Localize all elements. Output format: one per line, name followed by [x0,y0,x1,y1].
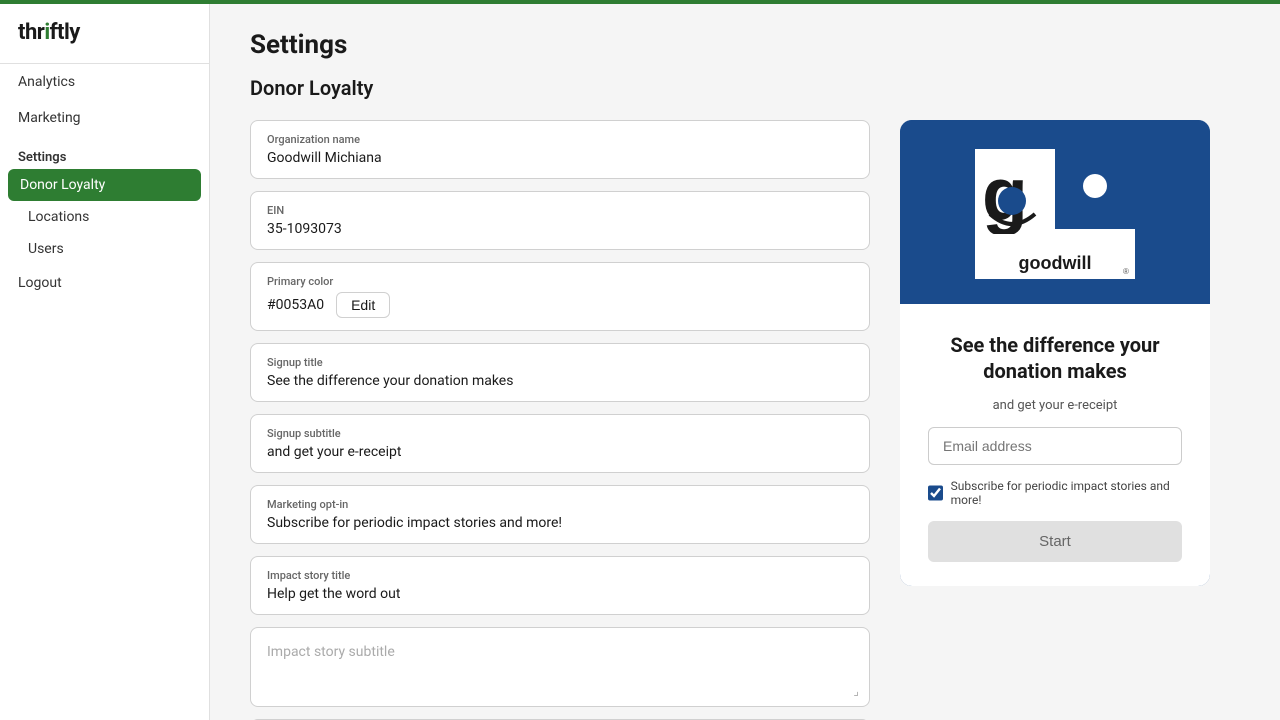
page-title: Settings [250,30,1240,60]
primary-color-label: Primary color [267,275,853,288]
preview-checkbox-label: Subscribe for periodic impact stories an… [951,479,1182,507]
form-column: Organization name Goodwill Michiana EIN … [250,120,870,720]
svg-text:goodwill: goodwill [1019,253,1092,273]
signup-title-label: Signup title [267,356,853,369]
org-name-field[interactable]: Organization name Goodwill Michiana [250,120,870,179]
impact-subtitle-field[interactable]: Impact story subtitle ⌟ [250,627,870,707]
impact-subtitle-placeholder: Impact story subtitle [267,644,853,660]
primary-color-field[interactable]: Primary color #0053A0 Edit [250,262,870,331]
marketing-optin-field[interactable]: Marketing opt-in Subscribe for periodic … [250,485,870,544]
ein-field[interactable]: EIN 35-1093073 [250,191,870,250]
signup-subtitle-value: and get your e-receipt [267,444,853,460]
nav-locations[interactable]: Locations [0,201,209,233]
section-title: Donor Loyalty [250,76,1240,100]
preview-title: See the difference your donation makes [928,332,1182,384]
nav-logout[interactable]: Logout [0,265,209,301]
marketing-optin-value: Subscribe for periodic impact stories an… [267,515,853,531]
marketing-optin-label: Marketing opt-in [267,498,853,511]
signup-title-field[interactable]: Signup title See the difference your don… [250,343,870,402]
org-name-value: Goodwill Michiana [267,150,853,166]
signup-subtitle-label: Signup subtitle [267,427,853,440]
preview-panel: g goodwill ® See the difference your don… [900,120,1210,586]
goodwill-logo-svg: g goodwill ® [970,144,1140,284]
preview-start-button[interactable]: Start [928,521,1182,562]
svg-text:®: ® [1123,267,1129,276]
preview-marketing-checkbox[interactable] [928,485,943,501]
nav-marketing[interactable]: Marketing [0,100,209,136]
org-name-label: Organization name [267,133,853,146]
ein-label: EIN [267,204,853,217]
sidebar: thriftly Analytics Marketing Settings Do… [0,0,210,720]
nav-analytics[interactable]: Analytics [0,64,209,100]
impact-title-label: Impact story title [267,569,853,582]
main-content: Settings Donor Loyalty Organization name… [210,0,1280,720]
preview-email-input[interactable] [928,427,1182,465]
logo-area: thriftly [0,4,209,64]
nav-users[interactable]: Users [0,233,209,265]
ein-value: 35-1093073 [267,221,853,237]
main-nav: Analytics Marketing Settings Donor Loyal… [0,64,209,301]
app-logo[interactable]: thriftly [18,20,80,45]
preview-logo-area: g goodwill ® [900,120,1210,304]
signup-subtitle-field[interactable]: Signup subtitle and get your e-receipt [250,414,870,473]
nav-settings-label: Settings [0,136,209,169]
impact-title-field[interactable]: Impact story title Help get the word out [250,556,870,615]
color-row: #0053A0 Edit [267,292,853,318]
edit-color-button[interactable]: Edit [336,292,390,318]
preview-subtitle: and get your e-receipt [993,398,1118,413]
content-wrap: Organization name Goodwill Michiana EIN … [250,120,1240,720]
impact-title-value: Help get the word out [267,586,853,602]
signup-title-value: See the difference your donation makes [267,373,853,389]
primary-color-value: #0053A0 [267,297,324,313]
resize-handle: ⌟ [853,684,859,698]
preview-card: See the difference your donation makes a… [900,304,1210,586]
nav-donor-loyalty[interactable]: Donor Loyalty [8,169,201,201]
preview-checkbox-row: Subscribe for periodic impact stories an… [928,479,1182,507]
